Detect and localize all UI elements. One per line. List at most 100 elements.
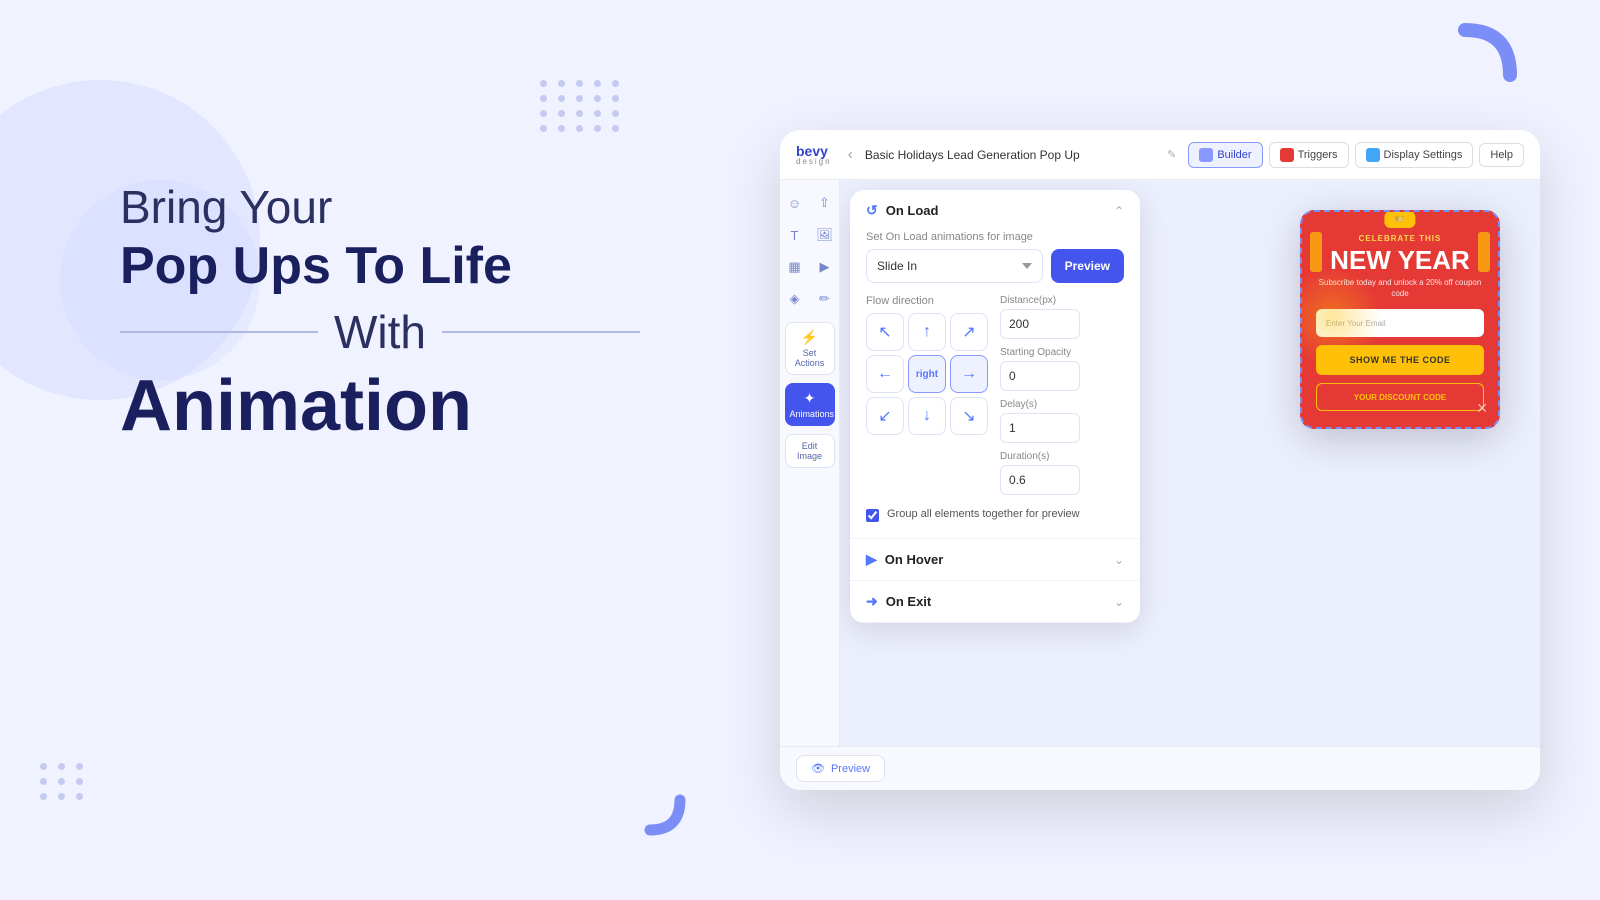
on-exit-label: On Exit bbox=[886, 594, 932, 609]
flow-direction-label: Flow direction bbox=[866, 295, 988, 307]
animation-panel: ↺ On Load ⌃ Set On Load animations for i… bbox=[850, 190, 1140, 623]
on-hover-chevron-icon: ⌄ bbox=[1114, 553, 1124, 567]
starting-opacity-label: Starting Opacity bbox=[1000, 347, 1080, 358]
on-hover-icon: ▶ bbox=[866, 551, 877, 568]
delay-input[interactable] bbox=[1000, 413, 1080, 443]
set-actions-label: Set Actions bbox=[795, 348, 825, 368]
group-checkbox-row: Group all elements together for preview bbox=[866, 507, 1124, 522]
on-load-chevron-icon: ⌃ bbox=[1114, 204, 1124, 218]
logo-sub: design bbox=[796, 158, 832, 166]
on-hover-header[interactable]: ▶ On Hover ⌄ bbox=[850, 539, 1140, 580]
triggers-tab-icon bbox=[1280, 148, 1294, 162]
bg-dots-top bbox=[540, 80, 622, 132]
help-label: Help bbox=[1490, 149, 1513, 161]
display-settings-tab[interactable]: Display Settings bbox=[1355, 142, 1474, 168]
hero-line1: Bring Your bbox=[120, 180, 640, 235]
animation-type-select[interactable]: Slide In Fade In Bounce Zoom In bbox=[866, 249, 1043, 283]
dir-fields-row: Flow direction ↖ ↑ ↗ ← right → ↙ ↓ bbox=[866, 295, 1124, 495]
anim-type-label: Set On Load animations for image bbox=[866, 231, 1124, 243]
nav-back-icon[interactable]: ‹ bbox=[848, 146, 853, 164]
distance-field: Distance(px) bbox=[1000, 295, 1080, 339]
dir-up[interactable]: ↑ bbox=[908, 313, 946, 351]
hero-line3: With bbox=[120, 298, 640, 367]
sidebar-text-icon[interactable]: T bbox=[782, 222, 808, 248]
on-load-header[interactable]: ↺ On Load ⌃ bbox=[850, 190, 1140, 231]
on-load-section: ↺ On Load ⌃ Set On Load animations for i… bbox=[850, 190, 1140, 539]
group-checkbox[interactable] bbox=[866, 509, 879, 522]
dir-bottom-left[interactable]: ↙ bbox=[866, 397, 904, 435]
display-settings-icon bbox=[1366, 148, 1380, 162]
builder-topbar: bevy design ‹ Basic Holidays Lead Genera… bbox=[780, 130, 1540, 180]
builder-container: bevy design ‹ Basic Holidays Lead Genera… bbox=[780, 130, 1540, 790]
duration-input[interactable] bbox=[1000, 465, 1080, 495]
triggers-tab-label: Triggers bbox=[1298, 149, 1338, 161]
builder-logo: bevy design bbox=[796, 144, 832, 166]
popup-discount-button[interactable]: YOUR DISCOUNT CODE bbox=[1316, 383, 1484, 411]
on-hover-section: ▶ On Hover ⌄ bbox=[850, 539, 1140, 581]
animations-btn[interactable]: ✦ Animations bbox=[785, 383, 835, 426]
group-checkbox-label: Group all elements together for preview bbox=[887, 507, 1080, 521]
builder-tab-icon bbox=[1199, 148, 1213, 162]
builder-canvas: ↺ On Load ⌃ Set On Load animations for i… bbox=[840, 180, 1540, 746]
on-load-icon: ↺ bbox=[866, 202, 878, 219]
dir-left[interactable]: ← bbox=[866, 355, 904, 393]
sidebar-share-icon[interactable]: ⇧ bbox=[812, 190, 838, 216]
sidebar-shape-icon[interactable]: ◈ bbox=[782, 286, 808, 312]
animations-label: Animations bbox=[790, 409, 835, 419]
bottom-preview-button[interactable]: 👁 Preview bbox=[796, 755, 885, 782]
builder-tab-label: Builder bbox=[1217, 149, 1251, 161]
builder-tab[interactable]: Builder bbox=[1188, 142, 1262, 168]
set-actions-icon: ⚡ bbox=[790, 329, 830, 346]
dir-down[interactable]: ↓ bbox=[908, 397, 946, 435]
bg-curve-bottom-mid bbox=[610, 760, 690, 840]
animations-icon: ✦ bbox=[790, 390, 830, 407]
direction-group: Flow direction ↖ ↑ ↗ ← right → ↙ ↓ bbox=[866, 295, 988, 447]
popup-badge: 🎫 bbox=[1384, 211, 1415, 228]
on-exit-icon: ➜ bbox=[866, 593, 878, 610]
distance-input[interactable] bbox=[1000, 309, 1080, 339]
direction-grid: ↖ ↑ ↗ ← right → ↙ ↓ ↘ bbox=[866, 313, 988, 435]
sidebar-edit-icon[interactable]: ✏ bbox=[812, 286, 838, 312]
preview-eye-icon: 👁 bbox=[811, 762, 825, 775]
dir-top-right[interactable]: ↗ bbox=[950, 313, 988, 351]
edit-image-btn[interactable]: Edit Image bbox=[785, 434, 835, 468]
starting-opacity-field: Starting Opacity bbox=[1000, 347, 1080, 391]
on-exit-chevron-icon: ⌄ bbox=[1114, 595, 1124, 609]
popup-close-icon[interactable]: ✕ bbox=[1476, 400, 1488, 417]
sidebar-icon-row-1: ☺ ⇧ bbox=[782, 190, 838, 216]
popup-ribbon-right bbox=[1478, 232, 1490, 272]
preview-button[interactable]: Preview bbox=[1051, 249, 1124, 283]
starting-opacity-input[interactable] bbox=[1000, 361, 1080, 391]
on-exit-header[interactable]: ➜ On Exit ⌄ bbox=[850, 581, 1140, 622]
on-load-label: On Load bbox=[886, 203, 939, 218]
sidebar-icon-row-4: ◈ ✏ bbox=[782, 286, 838, 312]
sidebar-image-icon[interactable]: 🖼 bbox=[812, 222, 838, 248]
on-load-title: ↺ On Load bbox=[866, 202, 938, 219]
sidebar-icon-row-3: ▦ ▶ bbox=[782, 254, 838, 280]
dir-right-arrow[interactable]: → bbox=[950, 355, 988, 393]
edit-icon[interactable]: ✎ bbox=[1167, 148, 1176, 161]
dir-right-text[interactable]: right bbox=[908, 355, 946, 393]
popup-ribbon-left bbox=[1310, 232, 1322, 272]
distance-label: Distance(px) bbox=[1000, 295, 1080, 306]
dir-bottom-right[interactable]: ↘ bbox=[950, 397, 988, 435]
on-exit-title: ➜ On Exit bbox=[866, 593, 931, 610]
triggers-tab[interactable]: Triggers bbox=[1269, 142, 1349, 168]
builder-body: ☺ ⇧ T 🖼 ▦ ▶ ◈ ✏ ⚡ Set Actions ✦ Animatio… bbox=[780, 180, 1540, 746]
builder-title: Basic Holidays Lead Generation Pop Up bbox=[865, 148, 1151, 162]
bottom-preview-label: Preview bbox=[831, 763, 870, 775]
help-tab[interactable]: Help bbox=[1479, 143, 1524, 167]
on-hover-label: On Hover bbox=[885, 552, 944, 567]
sidebar-emoji-icon[interactable]: ☺ bbox=[782, 190, 808, 216]
builder-sidebar: ☺ ⇧ T 🖼 ▦ ▶ ◈ ✏ ⚡ Set Actions ✦ Animatio… bbox=[780, 180, 840, 746]
dir-top-left[interactable]: ↖ bbox=[866, 313, 904, 351]
display-settings-label: Display Settings bbox=[1384, 149, 1463, 161]
duration-field: Duration(s) bbox=[1000, 451, 1080, 495]
delay-label: Delay(s) bbox=[1000, 399, 1080, 410]
set-actions-btn[interactable]: ⚡ Set Actions bbox=[785, 322, 835, 375]
logo-name: bevy bbox=[796, 144, 832, 158]
sidebar-layout-icon[interactable]: ▦ bbox=[782, 254, 808, 280]
on-hover-title: ▶ On Hover bbox=[866, 551, 943, 568]
on-load-content: Set On Load animations for image Slide I… bbox=[850, 231, 1140, 538]
sidebar-video-icon[interactable]: ▶ bbox=[812, 254, 838, 280]
